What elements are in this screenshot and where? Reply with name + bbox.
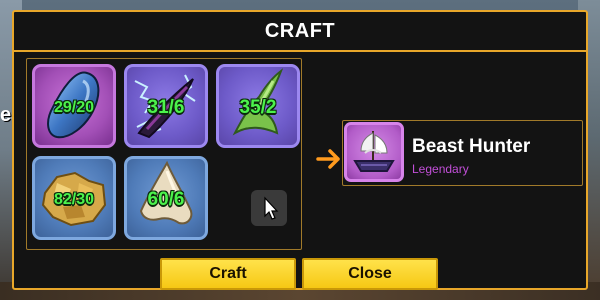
ingredient-slot-gold-ore[interactable]: 82/30: [32, 156, 116, 240]
result-rarity: Legendary: [412, 162, 469, 176]
ingredient-count: 82/30: [53, 191, 95, 208]
title-bar: CRAFT: [14, 12, 586, 52]
craft-window: CRAFT 29/20 31/6 35/2 82/30 60/6 Beast H…: [12, 10, 588, 290]
ingredient-slot-electric-fang[interactable]: 31/6: [124, 64, 208, 148]
ship-icon: [353, 131, 395, 172]
ingredient-count: 31/6: [147, 97, 185, 118]
result-slot[interactable]: [344, 122, 404, 182]
window-title: CRAFT: [264, 19, 336, 42]
close-button[interactable]: Close: [302, 258, 438, 290]
ingredient-slot-green-fang[interactable]: 35/2: [216, 64, 300, 148]
arrow-right-icon: [316, 149, 340, 169]
ingredient-count: 29/20: [53, 99, 95, 116]
ingredient-count: 60/6: [147, 189, 185, 210]
craft-button[interactable]: Craft: [160, 258, 296, 290]
ingredient-count: 35/2: [239, 97, 277, 118]
ingredient-slot-blue-gem[interactable]: 29/20: [32, 64, 116, 148]
mouse-cursor-icon: [264, 196, 279, 220]
result-name: Beast Hunter: [412, 136, 531, 157]
empty-slot[interactable]: [251, 190, 287, 226]
ingredient-slot-shark-tooth[interactable]: 60/6: [124, 156, 208, 240]
